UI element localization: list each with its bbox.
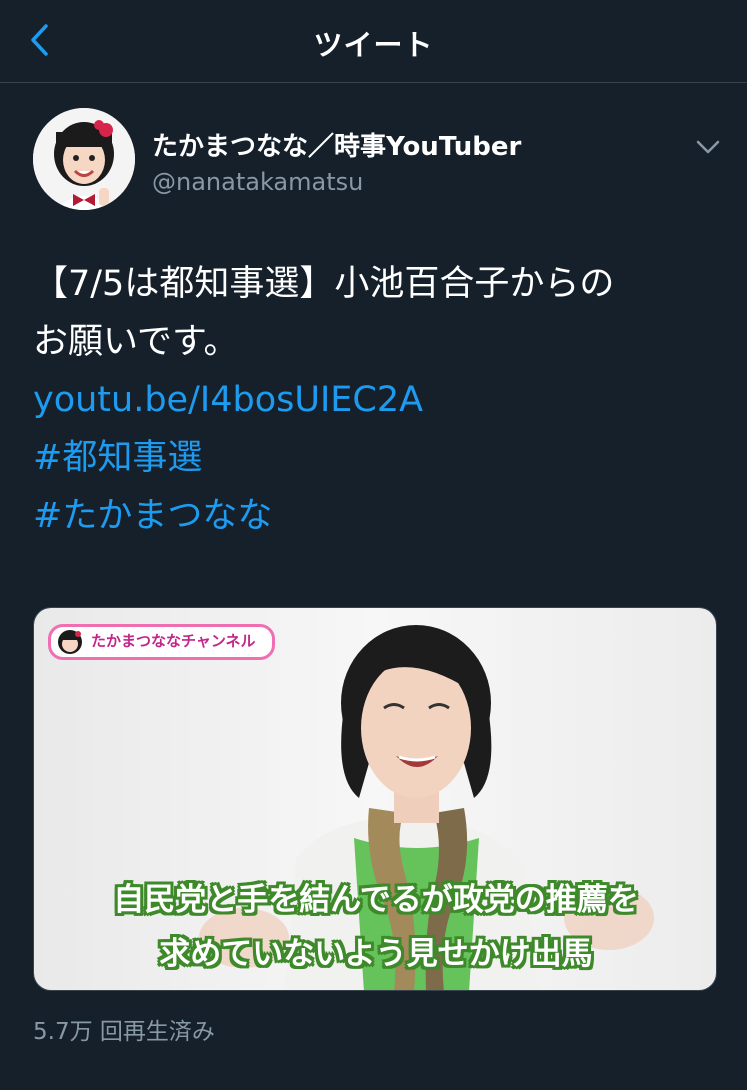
channel-name: たかまつななチャンネル [91,632,256,650]
hashtag-link[interactable]: #都知事選 [33,429,723,487]
view-count: 5.7万 回再生済み [33,1019,215,1045]
hashtag-link[interactable]: #たかまつなな [33,487,723,545]
avatar[interactable] [33,108,135,210]
top-bar: ツイート [0,0,747,83]
author-display-name[interactable]: たかまつなな／時事YouTuber [152,126,521,163]
channel-face-icon [58,630,82,654]
video-caption: 求めていないよう見せかけ出馬 [159,936,593,972]
tweet-text-line: 【7/5は都知事選】小池百合子からの [33,264,615,304]
page-title: ツイート [313,28,434,62]
tweet-text-line: お願いです。 [33,322,239,362]
author-handle[interactable]: @nanatakamatsu [152,168,363,196]
youtube-link[interactable]: youtu.be/I4bosUIEC2A [33,371,723,429]
tweet-author: たかまつなな／時事YouTuber @nanatakamatsu [33,108,720,210]
video-thumbnail[interactable]: たかまつななチャンネル 自民党と手を結んでるが政党の推薦を 求めていないよう見せ… [33,607,717,991]
tweet-text: 【7/5は都知事選】小池百合子からの お願いです。 youtu.be/I4bos… [33,255,723,545]
channel-badge: たかまつななチャンネル [48,624,275,660]
chevron-down-icon [696,140,720,154]
video-caption: 自民党と手を結んでるが政党の推薦を [113,882,639,918]
tweet-menu-button[interactable] [693,132,723,162]
